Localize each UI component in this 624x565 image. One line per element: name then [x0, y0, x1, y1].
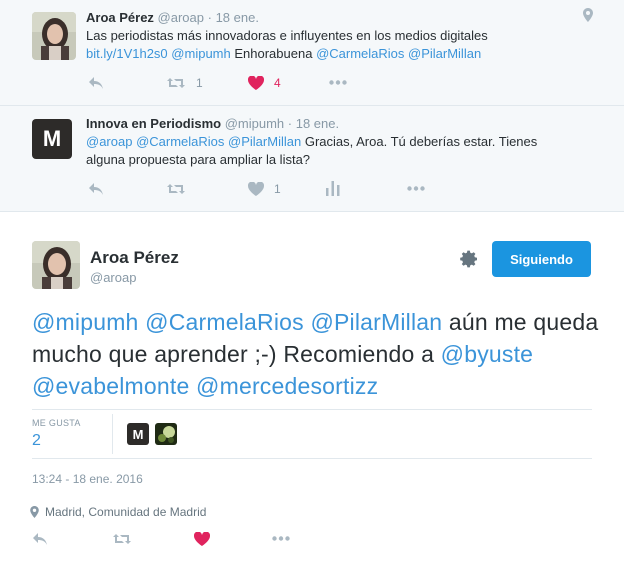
tweet-actions: 1 4: [86, 74, 386, 94]
like-button[interactable]: 4: [248, 76, 281, 90]
tweet-timestamp[interactable]: 13:24 - 18 ene. 2016: [32, 472, 143, 486]
like-count: 4: [274, 76, 281, 90]
tweet-location[interactable]: Madrid, Comunidad de Madrid: [30, 505, 206, 519]
mention-byuste[interactable]: @byuste: [441, 341, 534, 367]
mention-pilarmillan[interactable]: @PilarMillan: [408, 46, 481, 61]
liker-avatar-innova[interactable]: M: [127, 423, 149, 445]
more-icon: [329, 80, 347, 85]
mention-mipumh[interactable]: @mipumh: [32, 309, 139, 335]
heart-icon: [194, 532, 210, 546]
heart-icon: [248, 182, 264, 196]
mention-carmelarios[interactable]: @CarmelaRios: [316, 46, 404, 61]
mention-mipumh[interactable]: @mipumh: [171, 46, 230, 61]
gear-icon[interactable]: [459, 249, 479, 274]
liker-avatar-photo[interactable]: [155, 423, 177, 445]
like-count: 1: [274, 182, 281, 196]
avatar[interactable]: [32, 12, 76, 60]
main-avatar[interactable]: [32, 241, 80, 289]
divider: [32, 409, 592, 410]
retweet-button[interactable]: [166, 182, 186, 196]
mention-carmelarios[interactable]: @CarmelaRios: [136, 134, 224, 149]
main-tweet-actions: [32, 532, 332, 552]
main-author-screen-name[interactable]: @aroap: [90, 270, 136, 285]
retweet-count: 1: [196, 76, 203, 90]
main-author-name[interactable]: Aroa Pérez: [90, 248, 179, 268]
mention-pilarmillan[interactable]: @PilarMillan: [310, 309, 442, 335]
location-pin-icon[interactable]: [583, 8, 593, 27]
author-screen-name[interactable]: @aroap: [158, 10, 204, 25]
heart-icon: [248, 76, 264, 90]
analytics-icon: [326, 181, 340, 196]
tweet-date[interactable]: · 18 ene.: [208, 10, 259, 25]
tweet-mipumh[interactable]: M Innova en Periodismo @mipumh · 18 ene.…: [0, 106, 624, 212]
tweet-text: Las periodistas más innovadoras e influy…: [86, 27, 606, 63]
reply-button[interactable]: [88, 182, 104, 196]
more-icon: [407, 186, 425, 191]
mention-evabelmonte[interactable]: @evabelmonte: [32, 373, 189, 399]
reply-icon: [89, 77, 103, 89]
mention-mercedesortizz[interactable]: @mercedesortizz: [196, 373, 378, 399]
location-pin-icon: [30, 506, 39, 518]
following-button[interactable]: Siguiendo: [492, 241, 591, 277]
analytics-button[interactable]: [326, 181, 340, 196]
more-icon: [272, 536, 290, 541]
avatar-innova[interactable]: M: [32, 119, 72, 159]
like-button[interactable]: [194, 532, 210, 546]
reply-icon: [89, 183, 103, 195]
retweet-icon: [167, 78, 185, 88]
mention-pilarmillan[interactable]: @PilarMillan: [228, 134, 301, 149]
tweet-text-plain: Las periodistas más innovadoras e influy…: [86, 28, 488, 43]
likes-count[interactable]: 2: [32, 432, 41, 450]
mention-carmelarios[interactable]: @CarmelaRios: [145, 309, 304, 335]
retweet-icon: [167, 184, 185, 194]
retweet-button[interactable]: [112, 532, 132, 546]
author-screen-name[interactable]: @mipumh: [225, 116, 284, 131]
main-tweet-text: @mipumh @CarmelaRios @PilarMillan aún me…: [32, 306, 602, 402]
retweet-button[interactable]: 1: [166, 76, 203, 90]
tweet-date[interactable]: · 18 ene.: [288, 116, 339, 131]
mention-aroap[interactable]: @aroap: [86, 134, 132, 149]
tweet-aroap-1[interactable]: Aroa Pérez @aroap · 18 ene. Las periodis…: [0, 0, 624, 106]
reply-icon: [33, 533, 47, 545]
tweet-link[interactable]: bit.ly/1V1h2s0: [86, 46, 168, 61]
liker-avatar-letter: M: [132, 426, 144, 442]
author-name[interactable]: Aroa Pérez: [86, 10, 154, 25]
author-name[interactable]: Innova en Periodismo: [86, 116, 221, 131]
tweet-text-word: Enhorabuena: [234, 46, 313, 61]
more-button[interactable]: [329, 80, 347, 85]
location-text[interactable]: Madrid, Comunidad de Madrid: [45, 505, 206, 519]
reply-button[interactable]: [32, 532, 48, 546]
tweet-header: Aroa Pérez @aroap · 18 ene.: [86, 10, 259, 25]
tweet-header: Innova en Periodismo @mipumh · 18 ene.: [86, 116, 339, 131]
likes-label: ME GUSTA: [32, 418, 81, 428]
stats-divider: [112, 414, 113, 454]
tweet-actions: 1: [86, 180, 436, 200]
avatar-letter: M: [42, 126, 62, 151]
tweet-text: @aroap @CarmelaRios @PilarMillan Gracias…: [86, 133, 556, 169]
like-button[interactable]: 1: [248, 182, 281, 196]
reply-button[interactable]: [88, 76, 104, 90]
more-button[interactable]: [407, 186, 425, 191]
divider: [32, 458, 592, 459]
more-button[interactable]: [272, 536, 290, 541]
retweet-icon: [113, 534, 131, 544]
